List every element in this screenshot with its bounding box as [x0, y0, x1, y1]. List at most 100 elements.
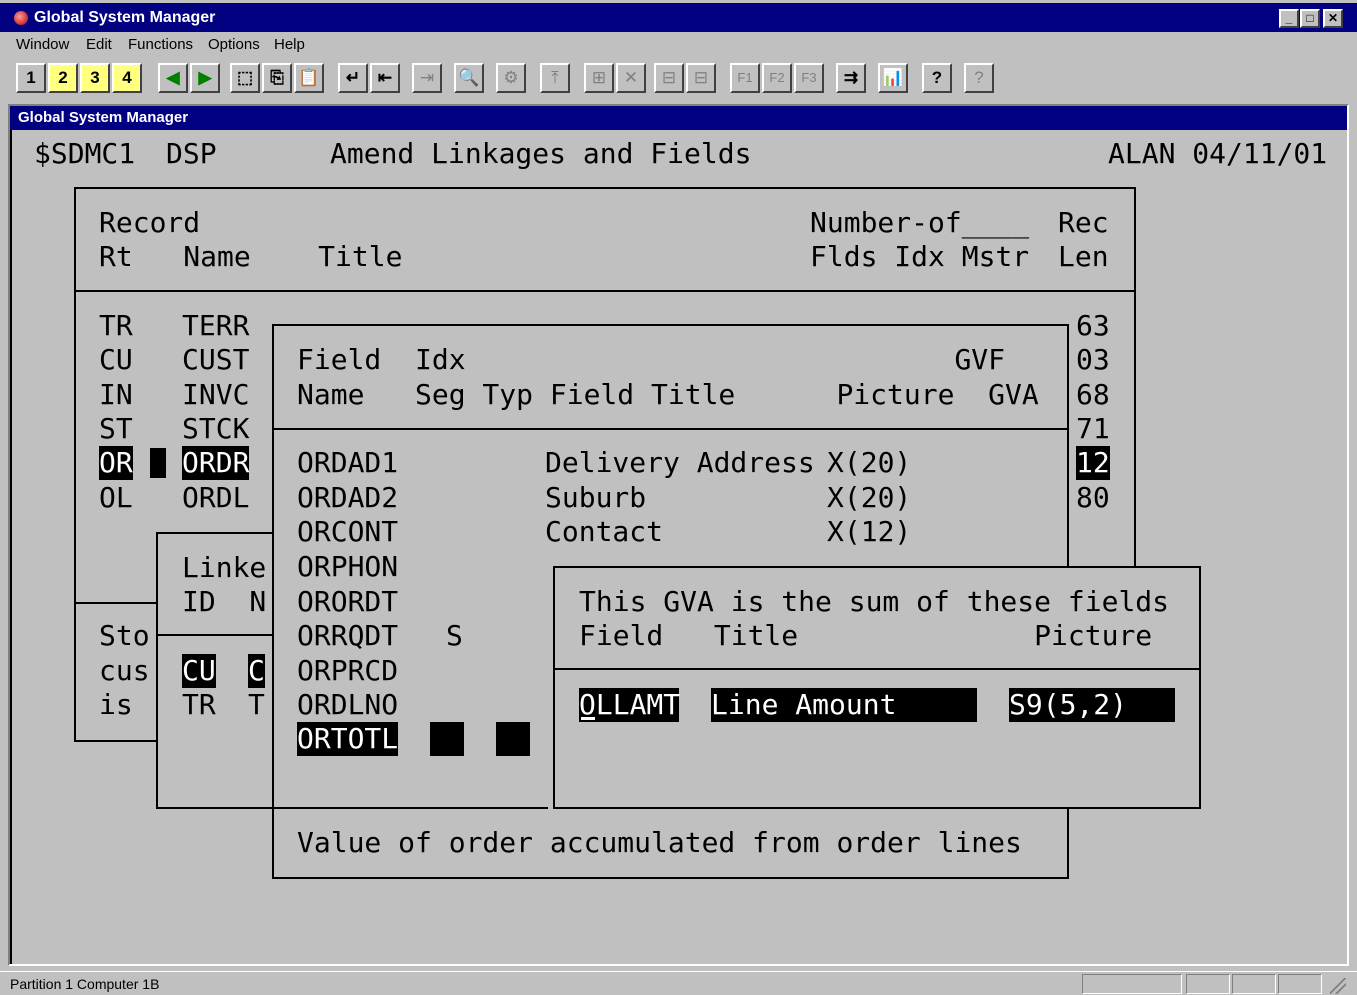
record-rt[interactable]: ST [99, 412, 133, 446]
cursor-block [150, 448, 166, 478]
linkage-n[interactable]: T [248, 688, 265, 722]
linkage-id[interactable]: TR [182, 688, 216, 722]
record-len: 80 [1076, 481, 1110, 514]
user-date: ALAN 04/11/01 [1108, 137, 1328, 170]
insert-icon[interactable]: ⊞ [584, 63, 614, 93]
inner-window-title: Global System Manager [10, 106, 1347, 130]
typ-input-block[interactable] [496, 722, 530, 756]
rec-header-1: Rec [1058, 206, 1109, 239]
f2-button[interactable]: F2 [762, 63, 792, 93]
sort-up-icon[interactable]: ⊟ [654, 63, 684, 93]
gva-picture-input[interactable]: S9(5,2) [1009, 688, 1175, 722]
status-cell [1186, 974, 1230, 994]
store-divider [74, 602, 158, 604]
menu-edit[interactable]: Edit [86, 36, 112, 53]
field-picture: X(12) [827, 515, 912, 548]
seg-input-block[interactable] [430, 722, 464, 756]
menu-window-label: Window [16, 36, 70, 53]
field-description: Value of order accumulated from order li… [297, 826, 1022, 859]
record-len: 63 [1076, 309, 1110, 342]
field-name[interactable]: ORDAD1 [297, 446, 398, 480]
menu-bar: Window Edit Functions Options Help [0, 32, 1357, 58]
record-len: 71 [1076, 412, 1110, 445]
record-name-selected[interactable]: ORDR [182, 446, 250, 480]
partition-4-button[interactable]: 4 [112, 63, 142, 93]
record-name[interactable]: STCK [182, 412, 249, 446]
record-rt[interactable]: CU [99, 343, 133, 377]
partition-2-button[interactable]: 2 [48, 63, 78, 93]
store-text: is [99, 688, 133, 721]
search-icon[interactable]: 🔍 [454, 63, 484, 93]
context-help-icon[interactable]: ? [964, 63, 994, 93]
prev-icon[interactable]: ◀ [158, 63, 188, 93]
menu-options[interactable]: Options [208, 36, 260, 53]
field-name[interactable]: ORPRCD [297, 654, 398, 688]
paste-icon[interactable]: 📋 [294, 63, 324, 93]
field-name[interactable]: ORPHON [297, 550, 398, 584]
app-icon [14, 11, 28, 25]
help-icon[interactable]: ? [922, 63, 952, 93]
field-name[interactable]: ORDAD2 [297, 481, 398, 515]
gva-title-input[interactable]: Line Amount [711, 688, 977, 722]
fields-divider [272, 428, 1069, 430]
numof-header-2: Flds Idx Mstr [810, 240, 1030, 273]
record-len: 68 [1076, 378, 1110, 411]
exit-icon[interactable]: ⇤ [370, 63, 400, 93]
numof-header-1: Number-of____ [810, 206, 1030, 239]
record-name[interactable]: ORDL [182, 481, 249, 515]
f1-button[interactable]: F1 [730, 63, 760, 93]
field-title: Suburb [545, 481, 647, 514]
status-text: Partition 1 Computer 1B [10, 976, 160, 992]
menu-help[interactable]: Help [274, 36, 305, 53]
f3-button[interactable]: F3 [794, 63, 824, 93]
top-icon[interactable]: ⤒ [540, 63, 570, 93]
sort-down-icon[interactable]: ⊟ [686, 63, 716, 93]
linkage-n-selected[interactable]: C [248, 654, 265, 688]
menu-window[interactable]: Window [16, 36, 69, 53]
import-icon[interactable]: ⇥ [412, 63, 442, 93]
window-titlebar: Global System Manager _ □ ✕ [0, 3, 1357, 32]
record-name[interactable]: CUST [182, 343, 249, 377]
minimize-button[interactable]: _ [1279, 9, 1299, 28]
close-button[interactable]: ✕ [1323, 9, 1343, 28]
record-len: 03 [1076, 343, 1110, 376]
menu-functions[interactable]: Functions [128, 36, 193, 53]
record-rt[interactable]: TR [99, 309, 133, 343]
record-len-selected: 12 [1076, 446, 1110, 480]
maximize-button[interactable]: □ [1300, 9, 1320, 28]
partition-1-button[interactable]: 1 [16, 63, 46, 93]
enter-icon[interactable]: ↵ [338, 63, 368, 93]
partition-3-button[interactable]: 3 [80, 63, 110, 93]
field-seg: S [446, 619, 463, 652]
select-icon[interactable]: ⬚ [230, 63, 260, 93]
status-bar: Partition 1 Computer 1B [0, 971, 1357, 995]
field-name-selected[interactable]: ORTOTL [297, 722, 399, 756]
field-name[interactable]: ORRQDT [297, 619, 398, 653]
fields-header-2: Name Seg Typ Field Title Picture GVA [297, 378, 1039, 411]
record-rt[interactable]: IN [99, 378, 133, 412]
settings-icon[interactable]: ⚙ [496, 63, 526, 93]
record-rt-selected[interactable]: OR [99, 446, 133, 480]
resize-grip-icon[interactable] [1330, 978, 1346, 994]
transfer-icon[interactable]: ⇉ [836, 63, 866, 93]
field-name[interactable]: ORDLNO [297, 688, 398, 722]
field-title: Contact [545, 515, 664, 548]
field-name[interactable]: ORCONT [297, 515, 398, 549]
field-name[interactable]: ORORDT [297, 585, 398, 619]
record-name[interactable]: INVC [182, 378, 249, 412]
linkages-header-2: ID N [182, 585, 267, 618]
window-title: Global System Manager [34, 9, 216, 26]
mode-label: DSP [166, 137, 217, 170]
gva-caption: This GVA is the sum of these fields [579, 585, 1170, 618]
next-icon[interactable]: ▶ [190, 63, 220, 93]
toolbar: 1 2 3 4 ◀ ▶ ⬚ ⎘ 📋 ↵ ⇤ ⇥ 🔍 ⚙ ⤒ ⊞ ✕ ⊟ ⊟ F1… [8, 61, 1348, 97]
page-title: Amend Linkages and Fields [330, 137, 752, 170]
description-divider-left [272, 807, 548, 809]
linkage-id-selected[interactable]: CU [182, 654, 216, 688]
record-rt[interactable]: OL [99, 481, 133, 515]
delete-icon[interactable]: ✕ [616, 63, 646, 93]
copy-icon[interactable]: ⎘ [262, 63, 292, 93]
record-name[interactable]: TERR [182, 309, 249, 343]
chart-icon[interactable]: 📊 [878, 63, 908, 93]
fields-header-1: Field Idx GVF [297, 343, 1006, 376]
